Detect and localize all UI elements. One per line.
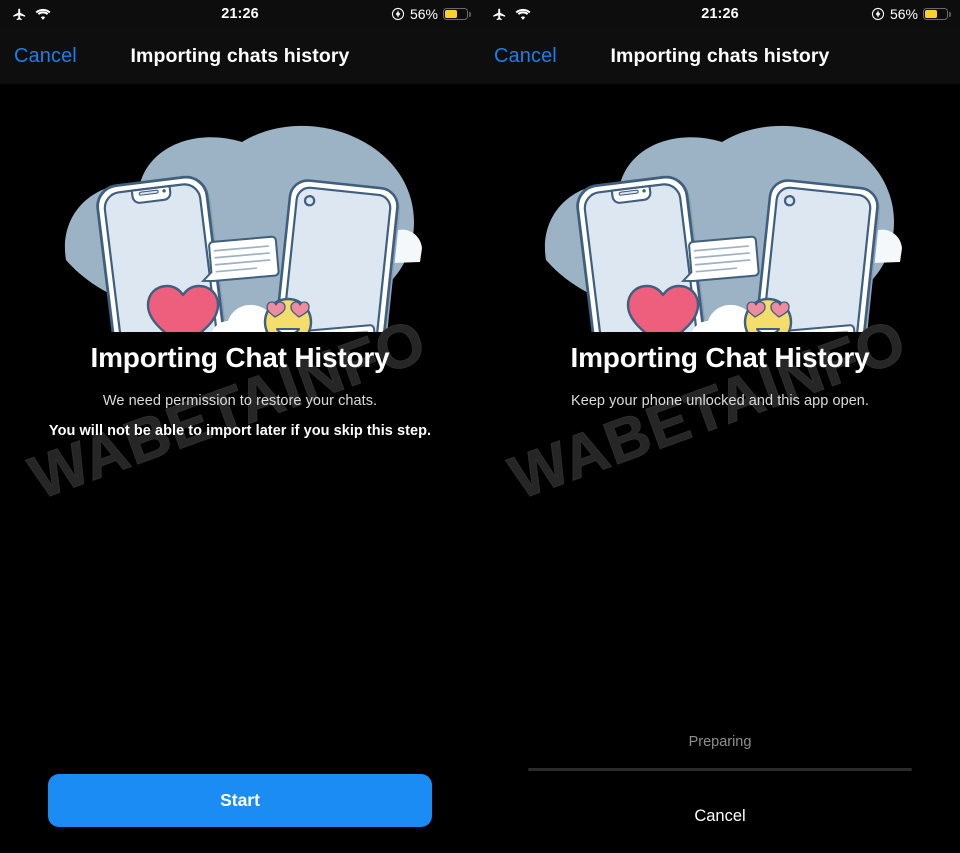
page-title: Importing Chat History — [570, 342, 870, 373]
progress-section: Preparing — [528, 734, 912, 771]
wifi-icon — [515, 8, 531, 20]
text-block: Importing Chat History Keep your phone u… — [480, 342, 960, 409]
status-bar-left-icons — [12, 7, 51, 22]
start-button[interactable]: Start — [48, 774, 432, 827]
subtitle: We need permission to restore your chats… — [102, 393, 378, 410]
panel-permission-screen: 21:26 56% Cancel Importing chats history — [0, 0, 480, 853]
battery-icon — [923, 8, 951, 20]
battery-percent-label: 56% — [409, 6, 438, 22]
warning-text: You will not be able to import later if … — [48, 423, 432, 440]
subtitle: Keep your phone unlocked and this app op… — [570, 393, 870, 410]
panel-progress-screen: 21:26 56% Cancel Importing chats history — [480, 0, 960, 853]
nav-cancel-button[interactable]: Cancel — [494, 45, 557, 68]
status-bar-right-icons: 56% — [871, 6, 951, 22]
dual-screenshot-container: 21:26 56% Cancel Importing chats history — [0, 0, 960, 853]
text-block: Importing Chat History We need permissio… — [0, 342, 480, 439]
progress-bar — [528, 768, 912, 771]
navigation-bar: Cancel Importing chats history — [480, 28, 960, 84]
progress-status-label: Preparing — [688, 734, 752, 750]
airplane-mode-icon — [493, 8, 506, 20]
status-bar-left-icons — [492, 7, 531, 22]
battery-icon — [443, 8, 471, 20]
page-title: Importing Chat History — [90, 342, 390, 373]
screen-content: WABETAINFO Importing Chat History Keep y… — [480, 84, 960, 853]
battery-percent-label: 56% — [889, 6, 918, 22]
two-phones-chat-transfer-illustration — [480, 84, 960, 332]
navigation-bar: Cancel Importing chats history — [0, 28, 480, 84]
location-services-icon — [391, 7, 405, 21]
cancel-import-button[interactable]: Cancel — [480, 807, 960, 826]
two-phones-chat-transfer-illustration — [0, 84, 480, 332]
location-services-icon — [871, 7, 885, 21]
wifi-icon — [35, 8, 51, 20]
screen-content: WABETAINFO Importing Chat History We nee… — [0, 84, 480, 853]
airplane-mode-icon — [13, 8, 26, 20]
status-bar: 21:26 56% — [0, 0, 480, 28]
nav-cancel-button[interactable]: Cancel — [14, 45, 77, 68]
status-bar: 21:26 56% — [480, 0, 960, 28]
status-bar-right-icons: 56% — [391, 6, 471, 22]
